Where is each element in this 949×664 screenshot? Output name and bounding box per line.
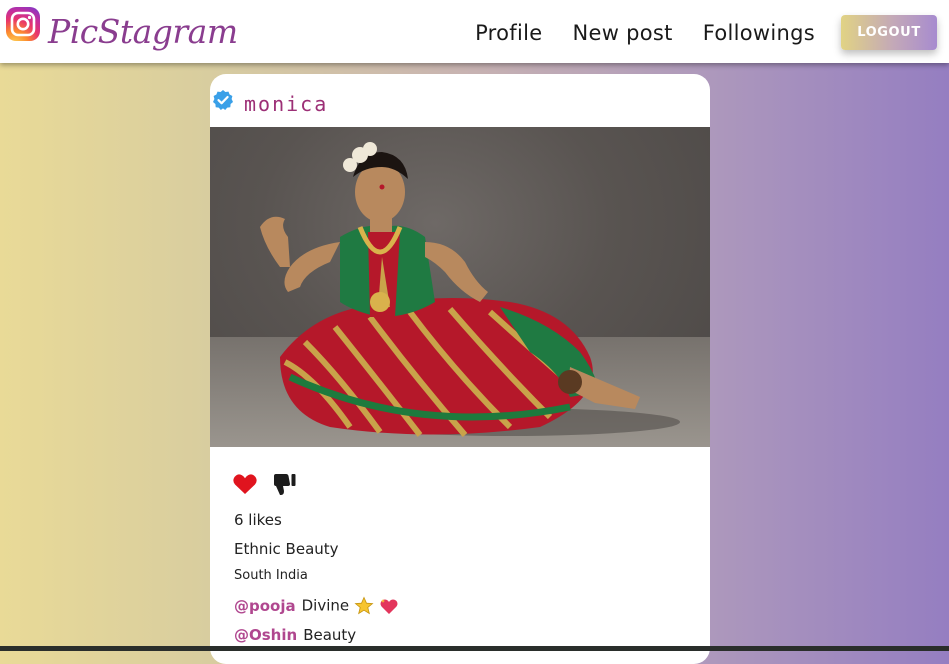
- comment-item: @pooja Divine: [234, 596, 399, 618]
- post-subtitle: South India: [234, 568, 308, 583]
- comment-text: Beauty: [303, 626, 357, 644]
- comment-username[interactable]: @pooja: [234, 597, 296, 615]
- nav-followings-link[interactable]: Followings: [703, 21, 815, 45]
- thumbs-down-icon[interactable]: [272, 471, 298, 497]
- comment-item: @Oshin Beauty: [234, 626, 356, 648]
- nav-new-post-link[interactable]: New post: [572, 21, 672, 45]
- likes-count: 6 likes: [234, 511, 282, 529]
- heart-icon[interactable]: [232, 471, 258, 497]
- nav-profile-link[interactable]: Profile: [475, 21, 542, 45]
- star-icon: [354, 596, 374, 615]
- navbar: PicStagram Profile New post Followings L…: [0, 0, 949, 63]
- instagram-logo-icon[interactable]: [6, 7, 40, 41]
- post-card: monica 6 likes Ethnic Beauty South India…: [210, 74, 710, 664]
- taskbar-edge: [0, 646, 949, 651]
- sparkling-heart-icon: [380, 599, 398, 614]
- post-header: monica: [210, 74, 710, 127]
- nav-links: Profile New post Followings: [475, 18, 815, 48]
- post-image: [210, 127, 710, 447]
- logout-button[interactable]: LOGOUT: [841, 15, 937, 50]
- comment-username[interactable]: @Oshin: [234, 626, 297, 644]
- post-title: Ethnic Beauty: [234, 540, 339, 558]
- dancer-illustration: [260, 142, 680, 437]
- post-username[interactable]: monica: [244, 92, 328, 116]
- brand-name[interactable]: PicStagram: [48, 10, 238, 54]
- verified-badge-icon: [213, 90, 233, 110]
- comment-text: Divine: [301, 596, 350, 615]
- post-actions: [232, 471, 298, 497]
